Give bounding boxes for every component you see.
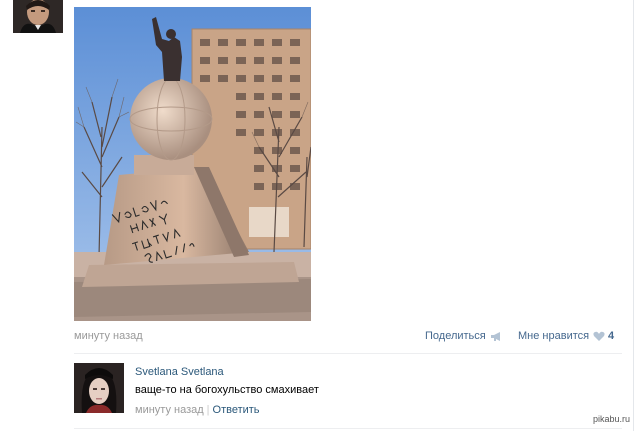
- comment-text: ваще-то на богохульство смахивает: [135, 384, 319, 396]
- comment-divider: [74, 428, 622, 429]
- page-right-border: [633, 0, 634, 431]
- comment-time[interactable]: минуту назад: [135, 404, 204, 416]
- comment-author-name[interactable]: Svetlana Svetlana: [135, 366, 224, 378]
- post-author-avatar[interactable]: [13, 0, 63, 33]
- megaphone-icon[interactable]: [490, 331, 504, 342]
- like-button[interactable]: Мне нравится: [518, 330, 589, 342]
- comment-author-avatar[interactable]: [74, 363, 124, 413]
- post-divider: [74, 353, 622, 354]
- reply-button[interactable]: Ответить: [213, 404, 260, 416]
- share-button[interactable]: Поделиться: [425, 330, 486, 342]
- post-photo[interactable]: [74, 7, 311, 321]
- watermark: pikabu.ru: [593, 414, 631, 424]
- like-count: 4: [608, 330, 615, 342]
- comment-meta-separator: |: [206, 404, 210, 416]
- post-time[interactable]: минуту назад: [74, 330, 143, 342]
- post-footer: минуту назад Поделиться Мне нравится 4: [74, 330, 622, 344]
- comment-meta: минуту назад | Ответить: [135, 404, 260, 416]
- heart-icon[interactable]: [593, 331, 605, 342]
